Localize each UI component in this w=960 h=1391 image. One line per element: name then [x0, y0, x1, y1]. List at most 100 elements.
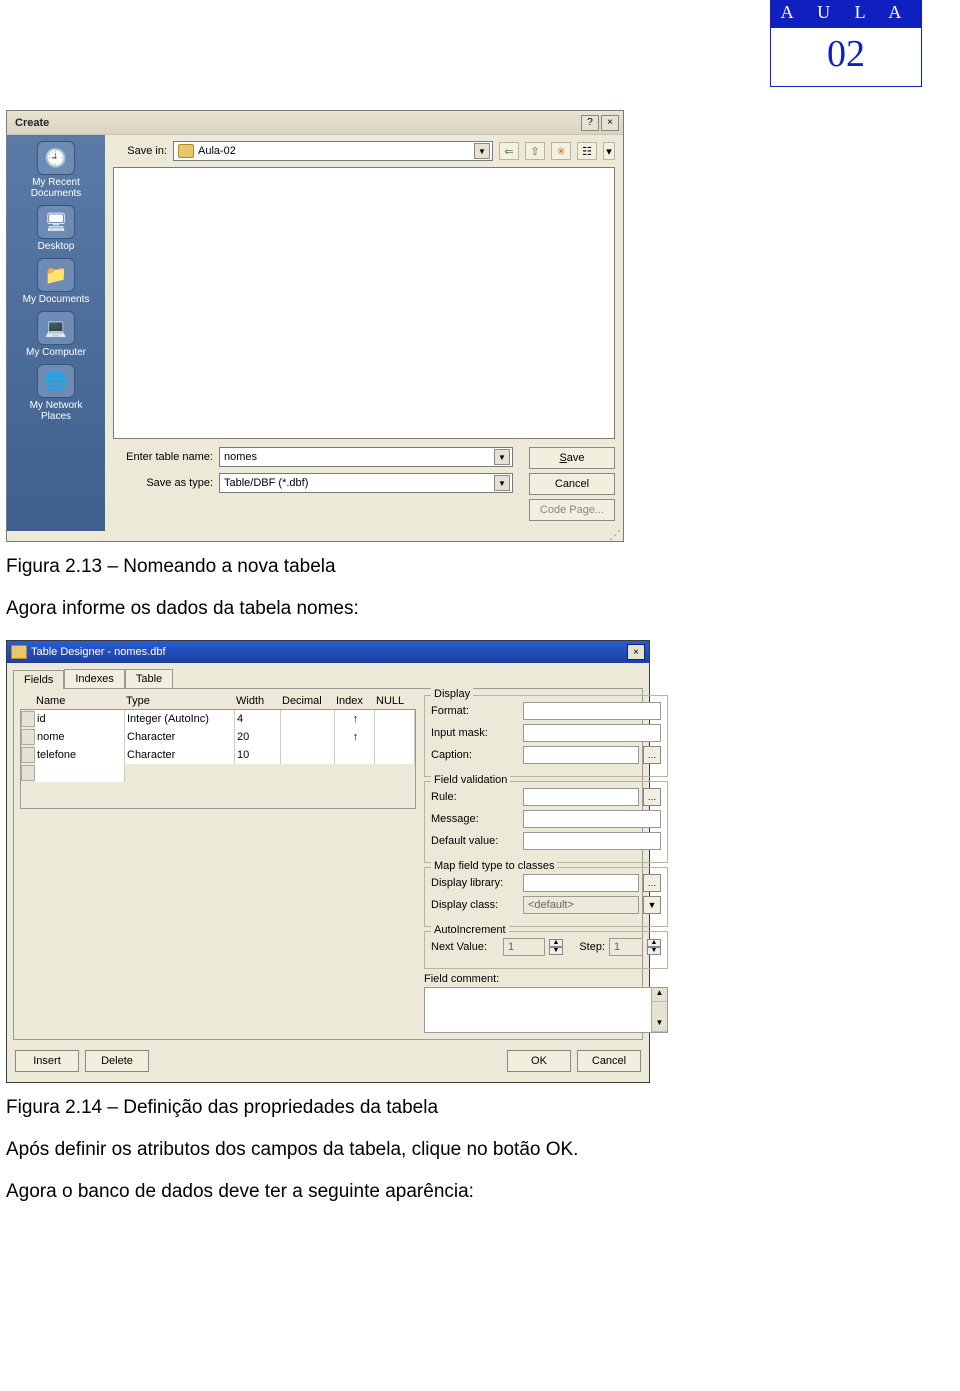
recent-icon: 🕘 — [37, 141, 75, 175]
fields-grid: Name Type Width Decimal Index NULL id In… — [20, 695, 416, 1033]
documents-icon: 📁 — [37, 258, 75, 292]
save-button[interactable]: Save — [529, 447, 615, 469]
col-null: NULL — [376, 695, 416, 707]
display-group: Display Format: Input mask: Caption:… — [424, 695, 668, 777]
row-handle[interactable] — [21, 765, 35, 781]
save-type-label: Save as type: — [113, 477, 213, 489]
close-button[interactable]: × — [601, 115, 619, 131]
cancel-button[interactable]: Cancel — [577, 1050, 641, 1072]
computer-icon: 💻 — [37, 311, 75, 345]
table-name-label: Enter table name: — [113, 451, 213, 463]
aula-label: A U L A — [770, 0, 922, 27]
step-label: Step: — [567, 941, 605, 953]
close-button[interactable]: × — [627, 644, 645, 660]
place-desktop[interactable]: 🖥Desktop — [14, 205, 98, 252]
create-title: Create — [11, 117, 581, 129]
up-button[interactable]: ⇧ — [525, 142, 545, 160]
tab-fields[interactable]: Fields — [13, 670, 64, 689]
place-recent[interactable]: 🕘My Recent Documents — [14, 141, 98, 199]
step-spinner[interactable]: ▲▼ — [647, 939, 661, 955]
table-row[interactable]: nome Character 20 ↑ — [21, 728, 415, 746]
default-label: Default value: — [431, 835, 519, 847]
rule-input[interactable] — [523, 788, 639, 806]
folder-icon — [178, 144, 194, 158]
comment-label: Field comment: — [424, 973, 668, 985]
nextvalue-spinner[interactable]: ▲▼ — [549, 939, 563, 955]
network-icon: 🌐 — [37, 364, 75, 398]
row-handle[interactable] — [21, 729, 35, 745]
place-documents[interactable]: 📁My Documents — [14, 258, 98, 305]
views-arrow-button[interactable]: ▾ — [603, 142, 615, 160]
class-label: Display class: — [431, 899, 519, 911]
table-name-input[interactable]: nomes ▼ — [219, 447, 513, 467]
create-titlebar[interactable]: Create ? × — [7, 111, 623, 135]
caption-browse-button[interactable]: … — [643, 746, 661, 764]
col-name: Name — [36, 695, 126, 707]
library-browse-button[interactable]: … — [643, 874, 661, 892]
tab-indexes[interactable]: Indexes — [64, 669, 125, 688]
col-index: Index — [336, 695, 376, 707]
aula-number: 02 — [770, 27, 922, 87]
row-handle[interactable] — [21, 747, 35, 763]
insert-button[interactable]: Insert — [15, 1050, 79, 1072]
table-row[interactable]: telefone Character 10 — [21, 746, 415, 764]
rule-label: Rule: — [431, 791, 519, 803]
caption-input[interactable] — [523, 746, 639, 764]
cancel-button[interactable]: Cancel — [529, 473, 615, 495]
rule-browse-button[interactable]: … — [643, 788, 661, 806]
step-input[interactable]: 1 — [609, 938, 643, 956]
table-icon — [11, 645, 27, 659]
place-network[interactable]: 🌐My Network Places — [14, 364, 98, 422]
codepage-button: Code Page... — [529, 499, 615, 521]
scrollbar[interactable]: ▲▼ — [651, 988, 667, 1032]
class-dropdown-button[interactable]: ▼ — [643, 896, 661, 914]
inputmask-input[interactable] — [523, 724, 661, 742]
delete-button[interactable]: Delete — [85, 1050, 149, 1072]
tab-table[interactable]: Table — [125, 669, 173, 688]
figure-caption-213: Figura 2.13 – Nomeando a nova tabela — [6, 556, 960, 578]
table-row-empty[interactable] — [21, 764, 415, 782]
nextvalue-input[interactable]: 1 — [503, 938, 545, 956]
save-in-value: Aula-02 — [198, 145, 474, 157]
desktop-icon: 🖥 — [37, 205, 75, 239]
format-label: Format: — [431, 705, 519, 717]
format-input[interactable] — [523, 702, 661, 720]
dropdown-icon[interactable]: ▼ — [494, 475, 510, 491]
paragraph-3: Agora o banco de dados deve ter a seguin… — [6, 1181, 960, 1203]
save-in-label: Save in: — [113, 145, 167, 157]
col-decimal: Decimal — [282, 695, 336, 707]
paragraph-2: Após definir os atributos dos campos da … — [6, 1139, 960, 1161]
library-input[interactable] — [523, 874, 639, 892]
new-folder-button[interactable]: ✳ — [551, 142, 571, 160]
default-input[interactable] — [523, 832, 661, 850]
comment-area: Field comment: ▲▼ — [424, 973, 668, 1033]
table-designer-titlebar[interactable]: Table Designer - nomes.dbf × — [7, 641, 649, 663]
save-in-combo[interactable]: Aula-02 ▼ — [173, 141, 493, 161]
inputmask-label: Input mask: — [431, 727, 519, 739]
class-combo[interactable]: <default> — [523, 896, 639, 914]
resize-grip[interactable]: ⋰ — [7, 531, 623, 541]
help-button[interactable]: ? — [581, 115, 599, 131]
file-list[interactable] — [113, 167, 615, 439]
aula-badge: A U L A 02 — [770, 0, 922, 87]
message-label: Message: — [431, 813, 519, 825]
row-handle[interactable] — [21, 711, 35, 727]
table-designer-title: Table Designer - nomes.dbf — [31, 646, 627, 658]
back-button[interactable]: ⇐ — [499, 142, 519, 160]
save-type-combo[interactable]: Table/DBF (*.dbf) ▼ — [219, 473, 513, 493]
dropdown-icon[interactable]: ▼ — [474, 143, 490, 159]
paragraph-1: Agora informe os dados da tabela nomes: — [6, 598, 960, 620]
views-button[interactable]: ☷ — [577, 142, 597, 160]
comment-textarea[interactable]: ▲▼ — [424, 987, 668, 1033]
library-label: Display library: — [431, 877, 519, 889]
place-computer[interactable]: 💻My Computer — [14, 311, 98, 358]
message-input[interactable] — [523, 810, 661, 828]
tabs: Fields Indexes Table — [7, 663, 649, 688]
nextvalue-label: Next Value: — [431, 941, 499, 953]
table-row[interactable]: id Integer (AutoInc) 4 ↑ — [21, 710, 415, 728]
ok-button[interactable]: OK — [507, 1050, 571, 1072]
dropdown-icon[interactable]: ▼ — [494, 449, 510, 465]
col-type: Type — [126, 695, 236, 707]
table-designer-dialog: Table Designer - nomes.dbf × Fields Inde… — [6, 640, 650, 1083]
autoinc-group: AutoIncrement Next Value: 1 ▲▼ Step: 1 ▲… — [424, 931, 668, 969]
